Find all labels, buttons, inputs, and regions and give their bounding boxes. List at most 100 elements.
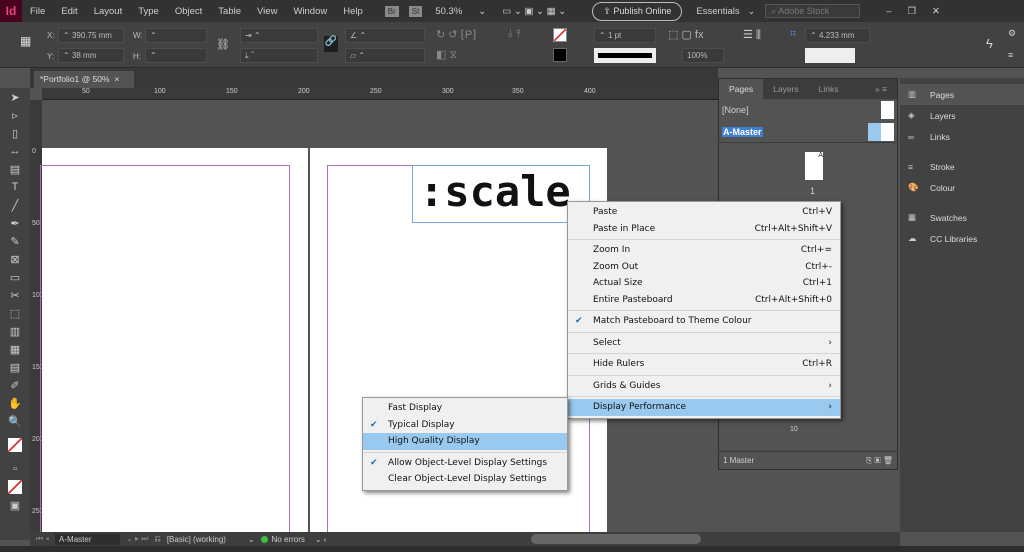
apply-none-icon[interactable]: [0, 478, 30, 496]
workspace-switcher[interactable]: Essentials: [688, 6, 747, 17]
menu-table[interactable]: Table: [210, 6, 249, 17]
pencil-tool-icon[interactable]: ✎: [0, 232, 30, 250]
menu-object[interactable]: Object: [167, 6, 210, 17]
tab-layers[interactable]: Layers: [763, 84, 809, 94]
menu-window[interactable]: Window: [285, 6, 335, 17]
page-thumbnail[interactable]: A: [805, 152, 823, 180]
constrain-proportions-icon[interactable]: ⛓: [216, 38, 230, 51]
close-window-button[interactable]: ✕: [924, 6, 948, 17]
master-a[interactable]: A-Master: [719, 121, 897, 143]
gap-field[interactable]: ⌃ 4.233 mm: [805, 28, 870, 43]
menu-item[interactable]: Clear Object-Level Display Settings: [363, 471, 567, 488]
restore-button[interactable]: ❐: [900, 6, 925, 17]
bridge-button[interactable]: Br: [384, 5, 399, 17]
menu-item[interactable]: Actual Size Ctrl+1: [568, 275, 840, 292]
menu-item[interactable]: ✔ Typical Display: [363, 417, 567, 434]
text-frame[interactable]: :scale: [412, 165, 590, 223]
hand-tool-icon[interactable]: ✋: [0, 394, 30, 412]
rectangle-frame-tool-icon[interactable]: ⊠: [0, 250, 30, 268]
object-style-dropdown[interactable]: [805, 48, 855, 63]
page-tool-icon[interactable]: ▯: [0, 124, 30, 142]
menu-item[interactable]: Zoom Out Ctrl+-: [568, 259, 840, 276]
tab-links[interactable]: Links: [809, 84, 849, 94]
eyedropper-tool-icon[interactable]: ✐: [0, 376, 30, 394]
horizontal-ruler[interactable]: 50 100 150 200 250 300 350 400: [42, 88, 718, 100]
menu-type[interactable]: Type: [130, 6, 167, 17]
rotate-icons[interactable]: ↻ ↺ ⁅P⁆: [436, 28, 476, 41]
dock-cc-libraries[interactable]: ☁ CC Libraries: [900, 228, 1024, 249]
dock-colour[interactable]: 🎨 Colour: [900, 177, 1024, 198]
open-page-icon[interactable]: ⎌: [154, 534, 160, 544]
panel-menu-icon[interactable]: ≡: [1008, 50, 1013, 60]
content-collector-icon[interactable]: ▤: [0, 160, 30, 178]
menu-item[interactable]: Paste Ctrl+V: [568, 204, 840, 221]
x-field[interactable]: ⌃ 390.75 mm: [58, 28, 124, 43]
direct-selection-tool-icon[interactable]: ▹: [0, 106, 30, 124]
dock-stroke[interactable]: ≡ Stroke: [900, 156, 1024, 177]
type-tool-icon[interactable]: T: [0, 178, 30, 196]
menu-layout[interactable]: Layout: [86, 6, 131, 17]
fill-stroke-icon[interactable]: [0, 430, 30, 460]
dock-swatches[interactable]: ▦ Swatches: [900, 207, 1024, 228]
gap-tool-icon[interactable]: ↔: [0, 142, 30, 160]
stock-button[interactable]: St: [408, 5, 423, 17]
gear-icon[interactable]: ⚙: [1008, 28, 1016, 39]
dock-pages[interactable]: ▥ Pages: [900, 84, 1024, 105]
dock-links[interactable]: ∞ Links: [900, 126, 1024, 147]
menu-item[interactable]: Entire Pasteboard Ctrl+Alt+Shift+0: [568, 292, 840, 309]
preflight-profile[interactable]: [Basic] (working): [167, 535, 242, 544]
preflight-errors[interactable]: No errors: [272, 535, 305, 544]
menu-item[interactable]: Grids & Guides ›: [568, 378, 840, 395]
opacity-field[interactable]: 100%: [682, 48, 724, 63]
stroke-type-dropdown[interactable]: [594, 48, 656, 63]
stroke-swatch[interactable]: [553, 48, 567, 62]
menu-item[interactable]: Fast Display: [363, 400, 567, 417]
menu-item[interactable]: ✔ Allow Object-Level Display Settings: [363, 455, 567, 472]
dock-layers[interactable]: ◈ Layers: [900, 105, 1024, 126]
w-field[interactable]: ⌃: [145, 28, 207, 43]
gradient-tool-icon[interactable]: ▥: [0, 322, 30, 340]
menu-item[interactable]: ✔ Match Pasteboard to Theme Colour: [568, 313, 840, 330]
panel-menu-icon[interactable]: » ≡: [865, 84, 897, 94]
menu-item[interactable]: Select ›: [568, 335, 840, 352]
formatting-icon[interactable]: ▫: [0, 460, 30, 478]
zoom-tool-icon[interactable]: 🔍: [0, 412, 30, 430]
first-page-icon[interactable]: ⏮ ◂: [36, 534, 49, 544]
text-wrap-icons[interactable]: ☰ ⫼: [743, 28, 761, 42]
menu-item[interactable]: High Quality Display: [363, 433, 567, 450]
fill-swatch[interactable]: [553, 28, 567, 42]
tab-pages[interactable]: Pages: [719, 79, 764, 99]
lightning-icon[interactable]: ϟ: [986, 36, 993, 51]
menu-view[interactable]: View: [249, 6, 285, 17]
menu-item[interactable]: Hide Rulers Ctrl+R: [568, 356, 840, 373]
zoom-dropdown-icon[interactable]: ⌄: [470, 6, 494, 17]
publish-online-button[interactable]: ⇪ Publish Online: [592, 1, 683, 21]
reference-point-icon[interactable]: ▦: [20, 34, 31, 48]
zoom-level[interactable]: 50.3%: [427, 6, 470, 17]
stroke-weight-field[interactable]: ⌃ 1 pt: [594, 28, 656, 43]
menu-item[interactable]: Paste in Place Ctrl+Alt+Shift+V: [568, 221, 840, 238]
pen-tool-icon[interactable]: ✒: [0, 214, 30, 232]
screen-mode-icon[interactable]: ▣: [0, 496, 30, 514]
menu-file[interactable]: File: [22, 6, 53, 17]
link-icon[interactable]: 🔗: [324, 36, 338, 52]
next-page-icon[interactable]: ⌄ ▸ ⏭: [126, 534, 148, 544]
line-tool-icon[interactable]: ╱: [0, 196, 30, 214]
rectangle-tool-icon[interactable]: ▭: [0, 268, 30, 286]
frame-fitting-icon[interactable]: ⌗: [790, 28, 796, 41]
align-icons[interactable]: ⫰ ⫯: [508, 28, 521, 41]
master-none[interactable]: [None]: [719, 99, 897, 121]
menu-item[interactable]: Zoom In Ctrl+=: [568, 242, 840, 259]
shear-field[interactable]: ▱ ⌃: [345, 48, 425, 63]
document-tab[interactable]: *Portfolio1 @ 50% ×: [34, 71, 134, 88]
minimize-button[interactable]: –: [878, 6, 899, 17]
h-field[interactable]: ⌃: [145, 48, 207, 63]
y-field[interactable]: ⌃ 38 mm: [58, 48, 124, 63]
scale-y-field[interactable]: ⤓ ⌃: [240, 48, 318, 63]
gradient-feather-icon[interactable]: ▦: [0, 340, 30, 358]
page-actions-icons[interactable]: ⎘ ▣ 🗑: [866, 456, 893, 466]
page-selector[interactable]: A-Master: [55, 533, 121, 545]
menu-help[interactable]: Help: [335, 6, 371, 17]
screen-mode-icon[interactable]: ▭ ⌄ ▣ ⌄ ▦ ⌄: [494, 6, 574, 17]
close-tab-icon[interactable]: ×: [114, 74, 119, 84]
